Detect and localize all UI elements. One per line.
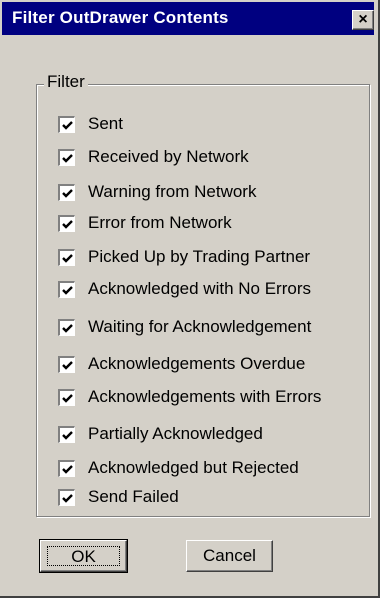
ok-button-label: OK <box>71 547 96 566</box>
checkbox-label: Acknowledged with No Errors <box>88 279 311 298</box>
checkbox-label: Sent <box>88 114 123 133</box>
checkbox-label: Waiting for Acknowledgement <box>88 317 312 336</box>
checkbox-label: Warning from Network <box>88 182 257 201</box>
checkbox-label: Acknowledgements with Errors <box>88 387 322 406</box>
checkmark-icon <box>62 324 73 333</box>
checkbox-label: Received by Network <box>88 147 249 166</box>
checkmark-icon <box>62 361 73 370</box>
checkmark-icon <box>62 431 73 440</box>
checkbox-box[interactable] <box>58 249 75 266</box>
filter-dialog: Filter OutDrawer Contents × Filter Sent … <box>0 0 380 598</box>
checkbox-box[interactable] <box>58 489 75 506</box>
checkmark-icon <box>62 465 73 474</box>
filter-group-label: Filter <box>44 72 88 92</box>
checkmark-icon <box>62 121 73 130</box>
title-bar[interactable]: Filter OutDrawer Contents × <box>2 2 374 35</box>
ok-focus-rect: OK <box>47 546 120 566</box>
checkbox-box[interactable] <box>58 426 75 443</box>
checkmark-icon <box>62 154 73 163</box>
checkmark-icon <box>62 254 73 263</box>
checkmark-icon <box>62 394 73 403</box>
checkbox-box[interactable] <box>58 281 75 298</box>
checkbox-label: Acknowledged but Rejected <box>88 458 299 477</box>
checkbox-label: Partially Acknowledged <box>88 424 263 443</box>
cancel-button[interactable]: Cancel <box>186 540 273 572</box>
checkbox-label: Send Failed <box>88 487 179 506</box>
checkbox-box[interactable] <box>58 356 75 373</box>
checkbox-label: Picked Up by Trading Partner <box>88 247 311 266</box>
window-title: Filter OutDrawer Contents <box>12 8 229 27</box>
checkbox-box[interactable] <box>58 149 75 166</box>
checkbox-label: Acknowledgements Overdue <box>88 354 306 373</box>
checkmark-icon <box>62 494 73 503</box>
close-icon: × <box>358 11 368 28</box>
ok-button[interactable]: OK <box>39 539 128 573</box>
checkbox-box[interactable] <box>58 460 75 477</box>
close-button[interactable]: × <box>352 10 374 30</box>
checkmark-icon <box>62 189 73 198</box>
checkbox-box[interactable] <box>58 389 75 406</box>
checkbox-box[interactable] <box>58 116 75 133</box>
checkbox-box[interactable] <box>58 184 75 201</box>
checkmark-icon <box>62 220 73 229</box>
checkbox-box[interactable] <box>58 215 75 232</box>
checkbox-box[interactable] <box>58 319 75 336</box>
cancel-button-label: Cancel <box>203 546 256 565</box>
checkbox-label: Error from Network <box>88 213 232 232</box>
checkmark-icon <box>62 286 73 295</box>
